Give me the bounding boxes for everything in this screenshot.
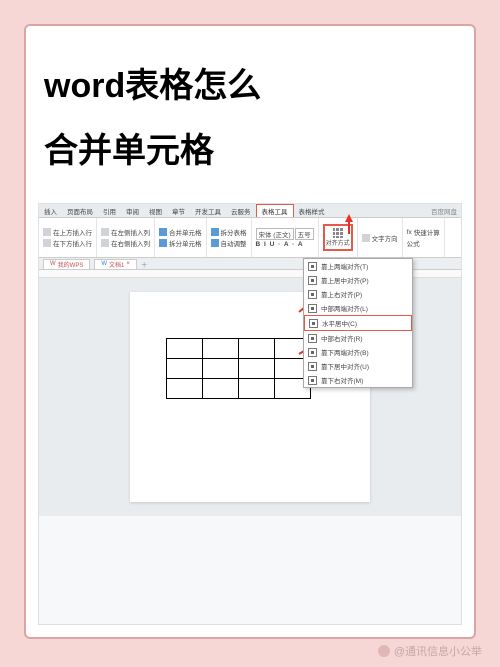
font-format-row[interactable]: B I U · A · A bbox=[256, 241, 314, 248]
tab-dev[interactable]: 开发工具 bbox=[190, 204, 226, 217]
align-icon bbox=[308, 304, 317, 313]
align-opt-0[interactable]: 靠上两端对齐(T) bbox=[304, 259, 412, 273]
align-icon bbox=[308, 276, 317, 285]
btn-quick-calc[interactable]: fx快速计算 bbox=[407, 227, 440, 237]
group-insert-rows: 在上方插入行 在下方插入行 bbox=[39, 218, 97, 257]
btn-autofit[interactable]: 自动调整 bbox=[211, 238, 247, 248]
tab-review[interactable]: 审阅 bbox=[121, 204, 144, 217]
title: word表格怎么 合并单元格 bbox=[38, 54, 462, 183]
card: word表格怎么 合并单元格 插入 页面布局 引用 审阅 视图 章节 开发工具 … bbox=[24, 24, 476, 639]
btn-merge-cells[interactable]: 合并单元格 bbox=[159, 227, 202, 237]
tab-cloud[interactable]: 云服务 bbox=[226, 204, 256, 217]
credit: @通讯信息小公举 bbox=[378, 643, 482, 659]
align-icon bbox=[309, 319, 318, 328]
close-icon[interactable]: × bbox=[126, 261, 130, 267]
tab-insert[interactable]: 插入 bbox=[39, 204, 62, 217]
align-opt-5[interactable]: 中部右对齐(R) bbox=[304, 331, 412, 345]
doc-tab-doc1[interactable]: W文档1× bbox=[94, 259, 137, 269]
tab-page-layout[interactable]: 页面布局 bbox=[62, 204, 98, 217]
btn-split-cells[interactable]: 拆分单元格 bbox=[159, 238, 202, 248]
wps-screenshot: 插入 页面布局 引用 审阅 视图 章节 开发工具 云服务 表格工具 表格样式 百… bbox=[38, 203, 462, 625]
align-button[interactable]: 对齐方式 bbox=[323, 224, 353, 251]
btn-insert-row-below[interactable]: 在下方插入行 bbox=[43, 238, 92, 248]
tab-view[interactable]: 视图 bbox=[144, 204, 167, 217]
align-grid-icon bbox=[333, 228, 343, 238]
btn-formula[interactable]: 公式 bbox=[407, 238, 440, 248]
tab-table-tools[interactable]: 表格工具 bbox=[256, 204, 294, 217]
title-line-1: word表格怎么 bbox=[44, 54, 456, 119]
btn-split-table[interactable]: 拆分表格 bbox=[211, 227, 247, 237]
ribbon-tabs: 插入 页面布局 引用 审阅 视图 章节 开发工具 云服务 表格工具 表格样式 百… bbox=[39, 204, 461, 218]
font-size-select[interactable]: 五号 bbox=[295, 228, 314, 240]
add-tab-button[interactable]: ＋ bbox=[141, 259, 148, 269]
align-opt-7[interactable]: 靠下居中对齐(U) bbox=[304, 359, 412, 373]
tab-references[interactable]: 引用 bbox=[98, 204, 121, 217]
align-opt-1[interactable]: 靠上居中对齐(P) bbox=[304, 273, 412, 287]
btn-insert-row-above[interactable]: 在上方插入行 bbox=[43, 227, 92, 237]
align-icon bbox=[308, 348, 317, 357]
group-formula: fx快速计算 公式 bbox=[403, 218, 445, 257]
align-icon bbox=[308, 290, 317, 299]
align-icon bbox=[308, 334, 317, 343]
align-icon bbox=[308, 362, 317, 371]
align-icon bbox=[308, 376, 317, 385]
align-dropdown: 靠上两端对齐(T) 靠上居中对齐(P) 靠上右对齐(P) 中部两端对齐(L) 水… bbox=[303, 258, 413, 388]
tab-table-style[interactable]: 表格样式 bbox=[294, 204, 330, 217]
title-line-2: 合并单元格 bbox=[44, 119, 456, 184]
tab-chapter[interactable]: 章节 bbox=[167, 204, 190, 217]
align-opt-2[interactable]: 靠上右对齐(P) bbox=[304, 287, 412, 301]
align-opt-3[interactable]: 中部两端对齐(L) bbox=[304, 301, 412, 315]
ribbon-body: 在上方插入行 在下方插入行 在左侧插入列 在右侧插入列 合并单元格 拆分单元格 … bbox=[39, 218, 461, 258]
align-opt-4-highlighted[interactable]: 水平居中(C) bbox=[304, 315, 412, 331]
group-insert-cols: 在左侧插入列 在右侧插入列 bbox=[97, 218, 155, 257]
btn-insert-col-left[interactable]: 在左侧插入列 bbox=[101, 227, 150, 237]
align-opt-6[interactable]: 靠下两端对齐(B) bbox=[304, 345, 412, 359]
font-name-select[interactable]: 宋体 (正文) bbox=[256, 228, 294, 240]
group-split: 拆分表格 自动调整 bbox=[207, 218, 252, 257]
doc-tab-wps[interactable]: W我的WPS bbox=[43, 259, 90, 269]
group-textdir: 文字方向 bbox=[358, 218, 403, 257]
group-merge: 合并单元格 拆分单元格 bbox=[155, 218, 207, 257]
ribbon-search[interactable]: 百度网盘 bbox=[431, 206, 461, 216]
align-opt-8[interactable]: 靠下右对齐(M) bbox=[304, 373, 412, 387]
btn-text-direction[interactable]: 文字方向 bbox=[362, 233, 398, 243]
group-align: 对齐方式 bbox=[319, 218, 358, 257]
btn-insert-col-right[interactable]: 在右侧插入列 bbox=[101, 238, 150, 248]
avatar-icon bbox=[378, 645, 390, 657]
credit-text: @通讯信息小公举 bbox=[394, 643, 482, 659]
group-font: 宋体 (正文) 五号 B I U · A · A bbox=[252, 218, 319, 257]
align-icon bbox=[308, 262, 317, 271]
document-table[interactable] bbox=[166, 338, 311, 399]
